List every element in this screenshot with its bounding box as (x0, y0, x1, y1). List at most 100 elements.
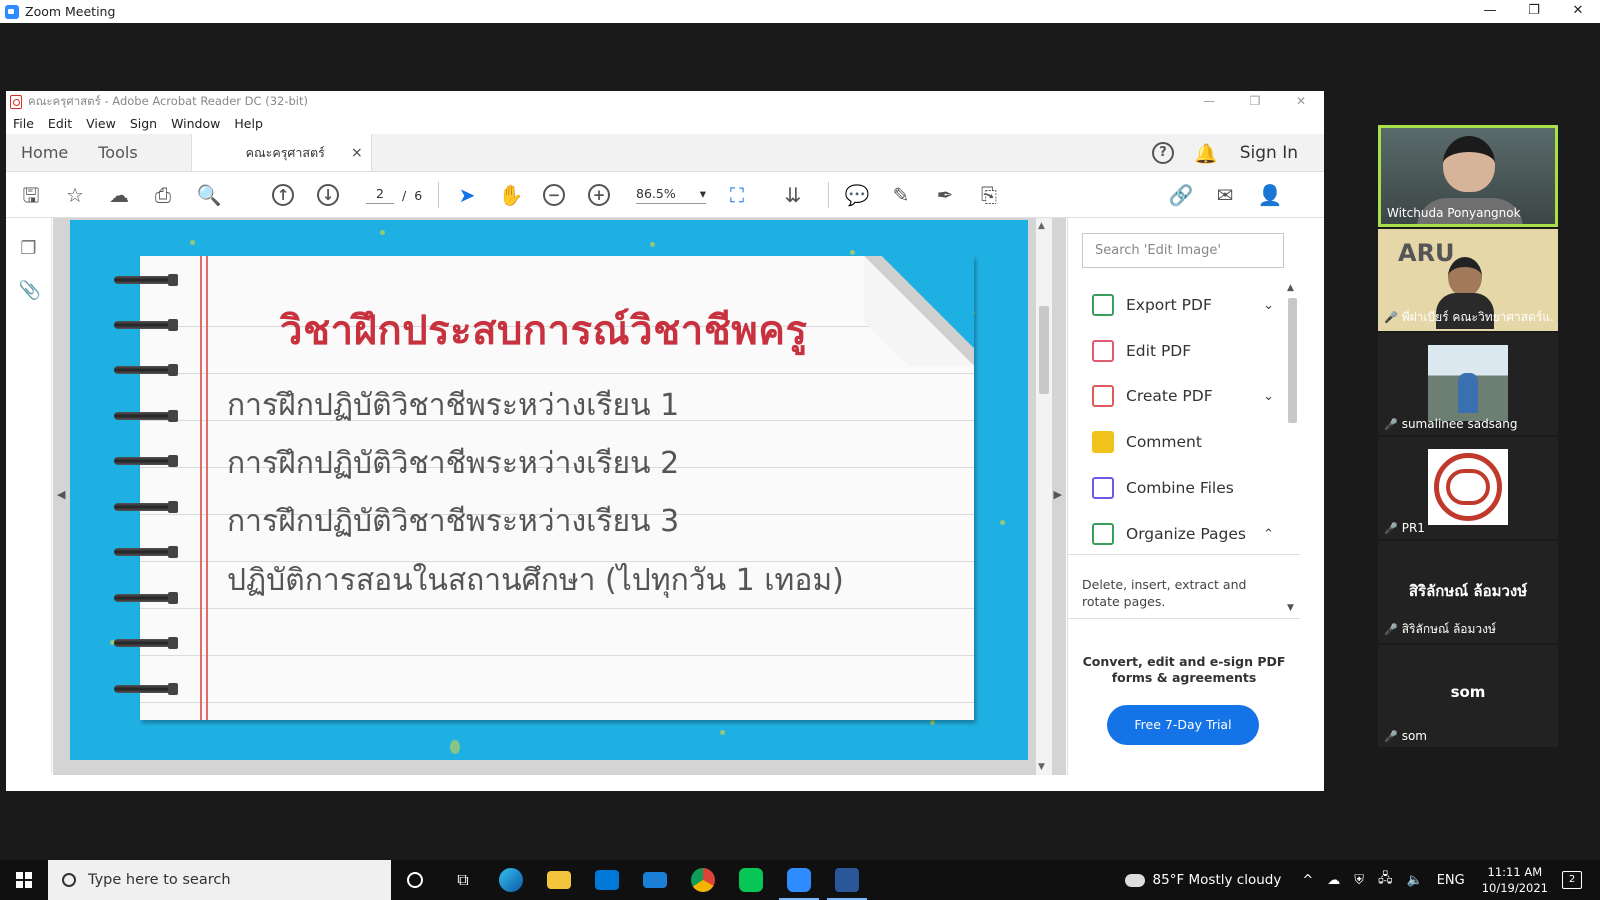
minimize-icon[interactable]: — (1186, 91, 1232, 111)
tools-search-input[interactable]: Search 'Edit Image' (1082, 233, 1284, 268)
menu-file[interactable]: File (13, 116, 34, 131)
zoom-button[interactable] (775, 860, 823, 900)
chrome-button[interactable] (679, 860, 727, 900)
highlight-pen-icon[interactable]: ✎ (888, 182, 914, 208)
collapse-left-pane-icon[interactable]: ◀ (57, 488, 65, 501)
participant-tile[interactable]: 🎤 PR1 (1378, 437, 1558, 539)
page-thumbnails-icon[interactable]: ❐ (19, 238, 39, 260)
zoom-in-icon[interactable]: + (588, 184, 610, 206)
scroll-mode-icon[interactable]: ⇊ (780, 182, 806, 208)
notification-icon[interactable]: 2 (1562, 871, 1582, 889)
navigation-pane: ❐ 📎 (6, 218, 52, 773)
tool-organize-pages[interactable]: Organize Pages ⌃ (1092, 520, 1274, 548)
email-icon[interactable]: ✉ (1212, 182, 1238, 208)
menu-edit[interactable]: Edit (48, 116, 72, 131)
select-cursor-icon[interactable]: ➤ (454, 182, 480, 208)
scrollbar-thumb[interactable] (1288, 298, 1297, 423)
collapse-right-pane-icon[interactable]: ▶ (1054, 488, 1062, 501)
edge-button[interactable] (487, 860, 535, 900)
scrollbar-thumb[interactable] (1039, 306, 1049, 394)
security-icon[interactable]: ⛨ (1354, 873, 1364, 888)
menu-help[interactable]: Help (234, 116, 263, 131)
mail-button[interactable] (631, 860, 679, 900)
stamp-icon[interactable]: ⎘ (976, 182, 1002, 208)
chevron-up-icon[interactable]: ⌃ (1263, 527, 1274, 542)
upload-cloud-icon[interactable]: ☁ (106, 182, 132, 208)
weather-widget[interactable]: 85°F Mostly cloudy (1124, 872, 1281, 888)
page-number-input[interactable]: 2 (366, 186, 394, 204)
tool-comment[interactable]: Comment (1092, 428, 1262, 456)
tools-divider (1068, 554, 1300, 555)
fit-page-icon[interactable]: ⛶ (724, 182, 750, 208)
document-scrollbar[interactable]: ▲ ▼ (1036, 218, 1052, 775)
volume-icon[interactable]: 🔈 (1407, 873, 1423, 888)
task-view-button[interactable]: ⧉ (439, 860, 487, 900)
store-button[interactable] (583, 860, 631, 900)
language-indicator[interactable]: ENG (1437, 873, 1465, 888)
restore-icon[interactable]: ❐ (1512, 0, 1556, 23)
combine-files-icon (1092, 477, 1114, 499)
chevron-down-icon[interactable]: ⌄ (1263, 389, 1274, 404)
tools-scrollbar[interactable]: ▲ ▼ (1285, 283, 1299, 613)
sign-pen-icon[interactable]: ✒ (932, 182, 958, 208)
tools-pane: Search 'Edit Image' Export PDF ⌄ Edit PD… (1067, 218, 1300, 775)
participant-tile[interactable]: som 🎤 som (1378, 645, 1558, 747)
spiral-ring (114, 637, 178, 649)
tool-export-pdf[interactable]: Export PDF ⌄ (1092, 291, 1274, 319)
help-icon[interactable]: ? (1152, 142, 1175, 164)
start-button[interactable] (0, 860, 48, 900)
file-explorer-button[interactable] (535, 860, 583, 900)
zoom-out-icon[interactable]: − (543, 184, 565, 206)
onedrive-icon[interactable]: ☁ (1327, 873, 1340, 888)
sign-in-button[interactable]: Sign In (1240, 143, 1298, 163)
hand-tool-icon[interactable]: ✋ (498, 182, 524, 208)
tab-tools[interactable]: Tools (83, 134, 152, 171)
menu-window[interactable]: Window (171, 116, 220, 131)
print-icon[interactable]: ⎙ (150, 182, 176, 208)
bookmark-star-icon[interactable]: ☆ (62, 182, 88, 208)
share-link-icon[interactable]: 🔗 (1168, 182, 1194, 208)
bell-icon[interactable]: 🔔 (1194, 142, 1218, 165)
clock[interactable]: 11:11 AM 10/19/2021 (1482, 864, 1548, 896)
tab-home[interactable]: Home (6, 134, 83, 171)
previous-page-icon[interactable]: ↑ (272, 184, 294, 206)
save-icon[interactable]: 🖫 (18, 182, 44, 208)
next-page-icon[interactable]: ↓ (317, 184, 339, 206)
scroll-down-icon[interactable]: ▼ (1287, 603, 1294, 613)
line-button[interactable] (727, 860, 775, 900)
free-trial-button[interactable]: Free 7-Day Trial (1107, 705, 1259, 745)
close-icon[interactable]: × (351, 145, 363, 161)
search-icon[interactable]: 🔍 (196, 182, 222, 208)
chevron-down-icon[interactable]: ⌄ (1263, 298, 1274, 313)
minimize-icon[interactable]: — (1468, 0, 1512, 23)
close-icon[interactable]: ✕ (1278, 91, 1324, 111)
restore-icon[interactable]: ❐ (1232, 91, 1278, 111)
word-button[interactable] (823, 860, 871, 900)
participant-tile[interactable]: Witchuda Ponyangnok (1378, 125, 1558, 227)
participant-tile[interactable]: ARU 🎤 พี่ฝาเบียร์ คณะวิทยาศาสตร์แ... (1378, 229, 1558, 331)
comment-icon[interactable]: 💬 (844, 182, 870, 208)
participant-name: 🎤 som (1384, 729, 1427, 743)
participant-tile[interactable]: 🎤 sumalinee sadsang (1378, 333, 1558, 435)
taskbar-search[interactable]: Type here to search (48, 860, 391, 900)
close-icon[interactable]: ✕ (1556, 0, 1600, 23)
edit-pdf-icon (1092, 340, 1114, 362)
scroll-up-icon[interactable]: ▲ (1287, 283, 1294, 293)
add-user-icon[interactable]: 👤 (1257, 182, 1283, 208)
tool-create-pdf[interactable]: Create PDF ⌄ (1092, 382, 1274, 410)
tab-document[interactable]: คณะครุศาสตร์ × (190, 134, 372, 171)
mail-icon (643, 872, 667, 888)
document-view[interactable]: ◀ วิชาฝึกประสบการณ์วิชาชีพครู การฝึกปฏิบ… (53, 218, 1066, 775)
chevron-up-icon[interactable]: ^ (1302, 873, 1313, 888)
cortana-button[interactable] (391, 860, 439, 900)
scroll-up-icon[interactable]: ▲ (1038, 221, 1045, 231)
network-icon[interactable]: 🖧 (1378, 869, 1393, 891)
tool-combine-files[interactable]: Combine Files (1092, 474, 1262, 502)
menu-sign[interactable]: Sign (130, 116, 157, 131)
tool-edit-pdf[interactable]: Edit PDF (1092, 337, 1262, 365)
menu-view[interactable]: View (86, 116, 116, 131)
zoom-level-dropdown[interactable]: 86.5% ▾ (636, 186, 706, 204)
attachment-icon[interactable]: 📎 (19, 280, 41, 302)
participant-tile[interactable]: สิริลักษณ์ ล้อมวงษ์ 🎤 สิริลักษณ์ ล้อมวงษ… (1378, 541, 1558, 643)
scroll-down-icon[interactable]: ▼ (1038, 762, 1045, 772)
